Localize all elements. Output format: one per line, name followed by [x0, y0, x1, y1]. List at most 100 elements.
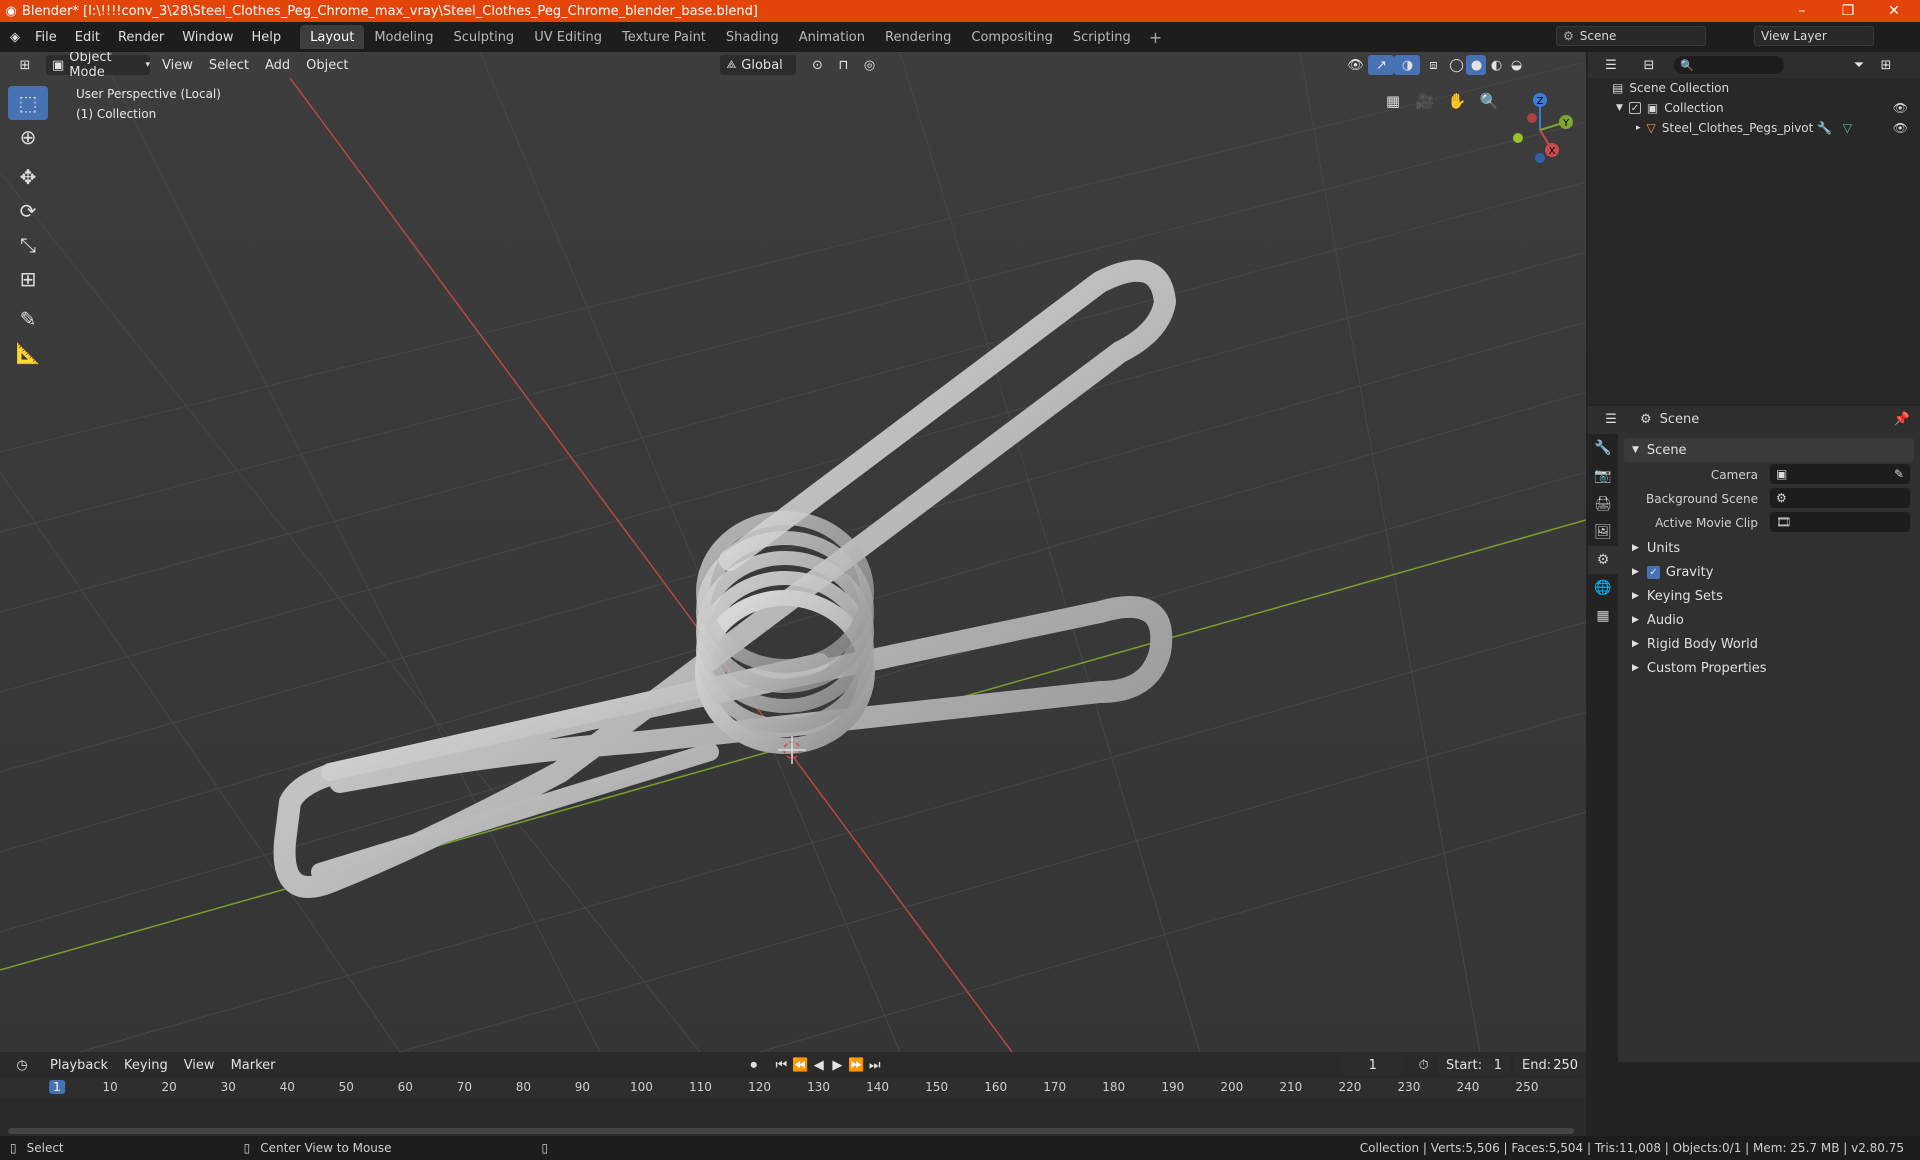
play-reverse-icon[interactable]: ◀ [809, 1055, 828, 1075]
current-frame-field[interactable]: 1 [1340, 1055, 1406, 1075]
timeline-menu-playback[interactable]: Playback [42, 1055, 116, 1075]
record-icon[interactable]: ⏺ [744, 1055, 765, 1075]
expand-arrow-icon[interactable]: ▼ [1616, 103, 1623, 113]
viewport-menu-object[interactable]: Object [298, 55, 356, 75]
visibility-icon[interactable]: 👁 [1342, 55, 1368, 75]
pan-view-icon[interactable]: ✋ [1444, 88, 1470, 114]
active-movie-clip-field[interactable]: 🎞 [1770, 512, 1910, 532]
transform-tool-icon[interactable]: ⊞ [8, 262, 48, 296]
gizmo-neg-x[interactable] [1527, 113, 1537, 123]
scale-tool-icon[interactable]: ⤡ [8, 228, 48, 262]
prev-keyframe-icon[interactable]: ⏪ [791, 1055, 810, 1075]
xray-toggle-icon[interactable]: ⧈ [1420, 55, 1446, 75]
cursor-tool-icon[interactable]: ⊕ [8, 120, 48, 154]
wireframe-shading-icon[interactable]: ◯ [1446, 55, 1466, 75]
annotate-tool-icon[interactable]: ✎ [8, 302, 48, 336]
end-frame-field[interactable]: End: 250 [1514, 1055, 1587, 1075]
timeline-ruler[interactable]: 1 10 20 30 40 50 60 70 80 90 100 110 120 130 140 150 160… [0, 1078, 1586, 1098]
menu-window[interactable]: Window [173, 22, 242, 52]
tab-uv-editing[interactable]: UV Editing [524, 25, 612, 49]
start-frame-field[interactable]: Start: 1 [1437, 1055, 1510, 1075]
world-tab-icon[interactable]: 🌐 [1588, 574, 1618, 602]
tab-animation[interactable]: Animation [789, 25, 875, 49]
overlay-toggle-icon[interactable]: ◑ [1394, 55, 1421, 75]
mesh-data-icon[interactable]: ▽ [1843, 121, 1852, 135]
menu-file[interactable]: File [26, 22, 66, 52]
tab-sculpting[interactable]: Sculpting [443, 25, 524, 49]
editor-type-icon[interactable]: ◈ [0, 22, 26, 52]
timeline-menu-view[interactable]: View [176, 1055, 223, 1075]
toggle-grid-icon[interactable]: ▦ [1380, 88, 1406, 114]
snap-icon[interactable]: ⊓ [830, 55, 856, 75]
close-button[interactable]: ✕ [1872, 0, 1916, 22]
pin-icon[interactable]: 📌 [1894, 412, 1910, 427]
zoom-view-icon[interactable]: 🔍 [1476, 88, 1502, 114]
timeline-menu-marker[interactable]: Marker [223, 1055, 284, 1075]
audio-panel[interactable]: ▶ Audio [1624, 608, 1914, 632]
play-icon[interactable]: ▶ [828, 1055, 847, 1075]
tab-compositing[interactable]: Compositing [961, 25, 1063, 49]
next-keyframe-icon[interactable]: ⏩ [847, 1055, 866, 1075]
expand-arrow-icon[interactable]: ▸ [1636, 123, 1641, 133]
render-tab-icon[interactable]: 📷 [1588, 462, 1618, 490]
units-panel[interactable]: ▶ Units [1624, 536, 1914, 560]
jump-start-icon[interactable]: ⏮ [772, 1055, 791, 1075]
view-layer-tab-icon[interactable]: 🖼 [1588, 518, 1618, 546]
custom-properties-panel[interactable]: ▶ Custom Properties [1624, 656, 1914, 680]
add-workspace-button[interactable]: + [1141, 28, 1170, 47]
tool-tab-icon[interactable]: 🔧 [1588, 434, 1618, 462]
viewport-menu-view[interactable]: View [154, 55, 201, 75]
modifier-icon[interactable]: 🔧 [1817, 121, 1832, 135]
timeline-menu-keying[interactable]: Keying [116, 1055, 176, 1075]
minimize-button[interactable]: – [1780, 0, 1824, 22]
camera-field[interactable]: ▣ ✎ [1770, 464, 1910, 484]
rendered-shading-icon[interactable]: ◒ [1506, 55, 1526, 75]
outliner-row-object[interactable]: ▸ ▽ Steel_Clothes_Pegs_pivot 🔧 ▽ 👁 [1588, 118, 1920, 138]
collection-checkbox[interactable]: ✓ [1628, 102, 1641, 114]
eye-icon[interactable]: 👁 [1893, 101, 1908, 115]
pivot-point-icon[interactable]: ⊙ [804, 55, 830, 75]
object-mode-dropdown[interactable]: ▣ Object Mode ▾ [46, 52, 150, 80]
texture-tab-icon[interactable]: ▦ [1588, 602, 1618, 630]
gravity-panel[interactable]: ▶ ✓ Gravity [1624, 560, 1914, 584]
3d-viewport[interactable]: ⊞ ▣ Object Mode ▾ View Select Add Object… [0, 52, 1586, 1052]
navigation-gizmo[interactable]: Z Y X [1500, 88, 1580, 168]
tab-rendering[interactable]: Rendering [875, 25, 961, 49]
output-tab-icon[interactable]: 🖨 [1588, 490, 1618, 518]
filter-icon[interactable]: ⏷ [1844, 55, 1874, 75]
editor-type-button[interactable]: ⊞ [10, 55, 40, 75]
current-frame-marker[interactable]: 1 [49, 1080, 65, 1094]
tab-texture-paint[interactable]: Texture Paint [612, 25, 716, 49]
gizmo-neg-y[interactable] [1513, 133, 1523, 143]
timeline-scrollbar[interactable] [8, 1128, 1574, 1134]
timeline-editor-type-icon[interactable]: ◷ [8, 1055, 36, 1075]
outliner-search-input[interactable]: 🔍 [1674, 56, 1784, 74]
tab-shading[interactable]: Shading [716, 25, 789, 49]
new-collection-icon[interactable]: ⊞ [1874, 55, 1898, 75]
jump-end-icon[interactable]: ⏭ [865, 1055, 884, 1075]
measure-tool-icon[interactable]: 📐 [8, 336, 48, 370]
scene-selector[interactable]: ⚙ Scene [1556, 26, 1706, 46]
tab-scripting[interactable]: Scripting [1063, 25, 1141, 49]
properties-editor-type-icon[interactable]: ☰ [1596, 409, 1626, 429]
stopwatch-icon[interactable]: ⏱ [1413, 1055, 1434, 1075]
menu-help[interactable]: Help [243, 22, 291, 52]
menu-edit[interactable]: Edit [66, 22, 109, 52]
transform-orientation-dropdown[interactable]: ⟁ Global [720, 55, 797, 75]
tab-modeling[interactable]: Modeling [364, 25, 443, 49]
camera-view-icon[interactable]: 🎥 [1412, 88, 1438, 114]
scene-section-header[interactable]: ▼ Scene [1624, 438, 1914, 462]
outliner-row-collection[interactable]: ▼ ✓ ▣ Collection 👁 [1588, 98, 1920, 118]
background-scene-field[interactable]: ⚙ [1770, 488, 1910, 508]
rotate-tool-icon[interactable]: ⟳ [8, 194, 48, 228]
material-shading-icon[interactable]: ◐ [1486, 55, 1506, 75]
gravity-checkbox[interactable]: ✓ [1646, 565, 1660, 579]
select-box-icon[interactable]: ⬚ [8, 86, 48, 120]
viewport-menu-select[interactable]: Select [201, 55, 257, 75]
view-layer-selector[interactable]: View Layer [1754, 26, 1874, 46]
proportional-edit-icon[interactable]: ◎ [856, 55, 882, 75]
maximize-button[interactable]: ❐ [1826, 0, 1870, 22]
keying-sets-panel[interactable]: ▶ Keying Sets [1624, 584, 1914, 608]
gizmo-neg-z[interactable] [1535, 153, 1545, 163]
eyedropper-icon[interactable]: ✎ [1894, 467, 1904, 481]
